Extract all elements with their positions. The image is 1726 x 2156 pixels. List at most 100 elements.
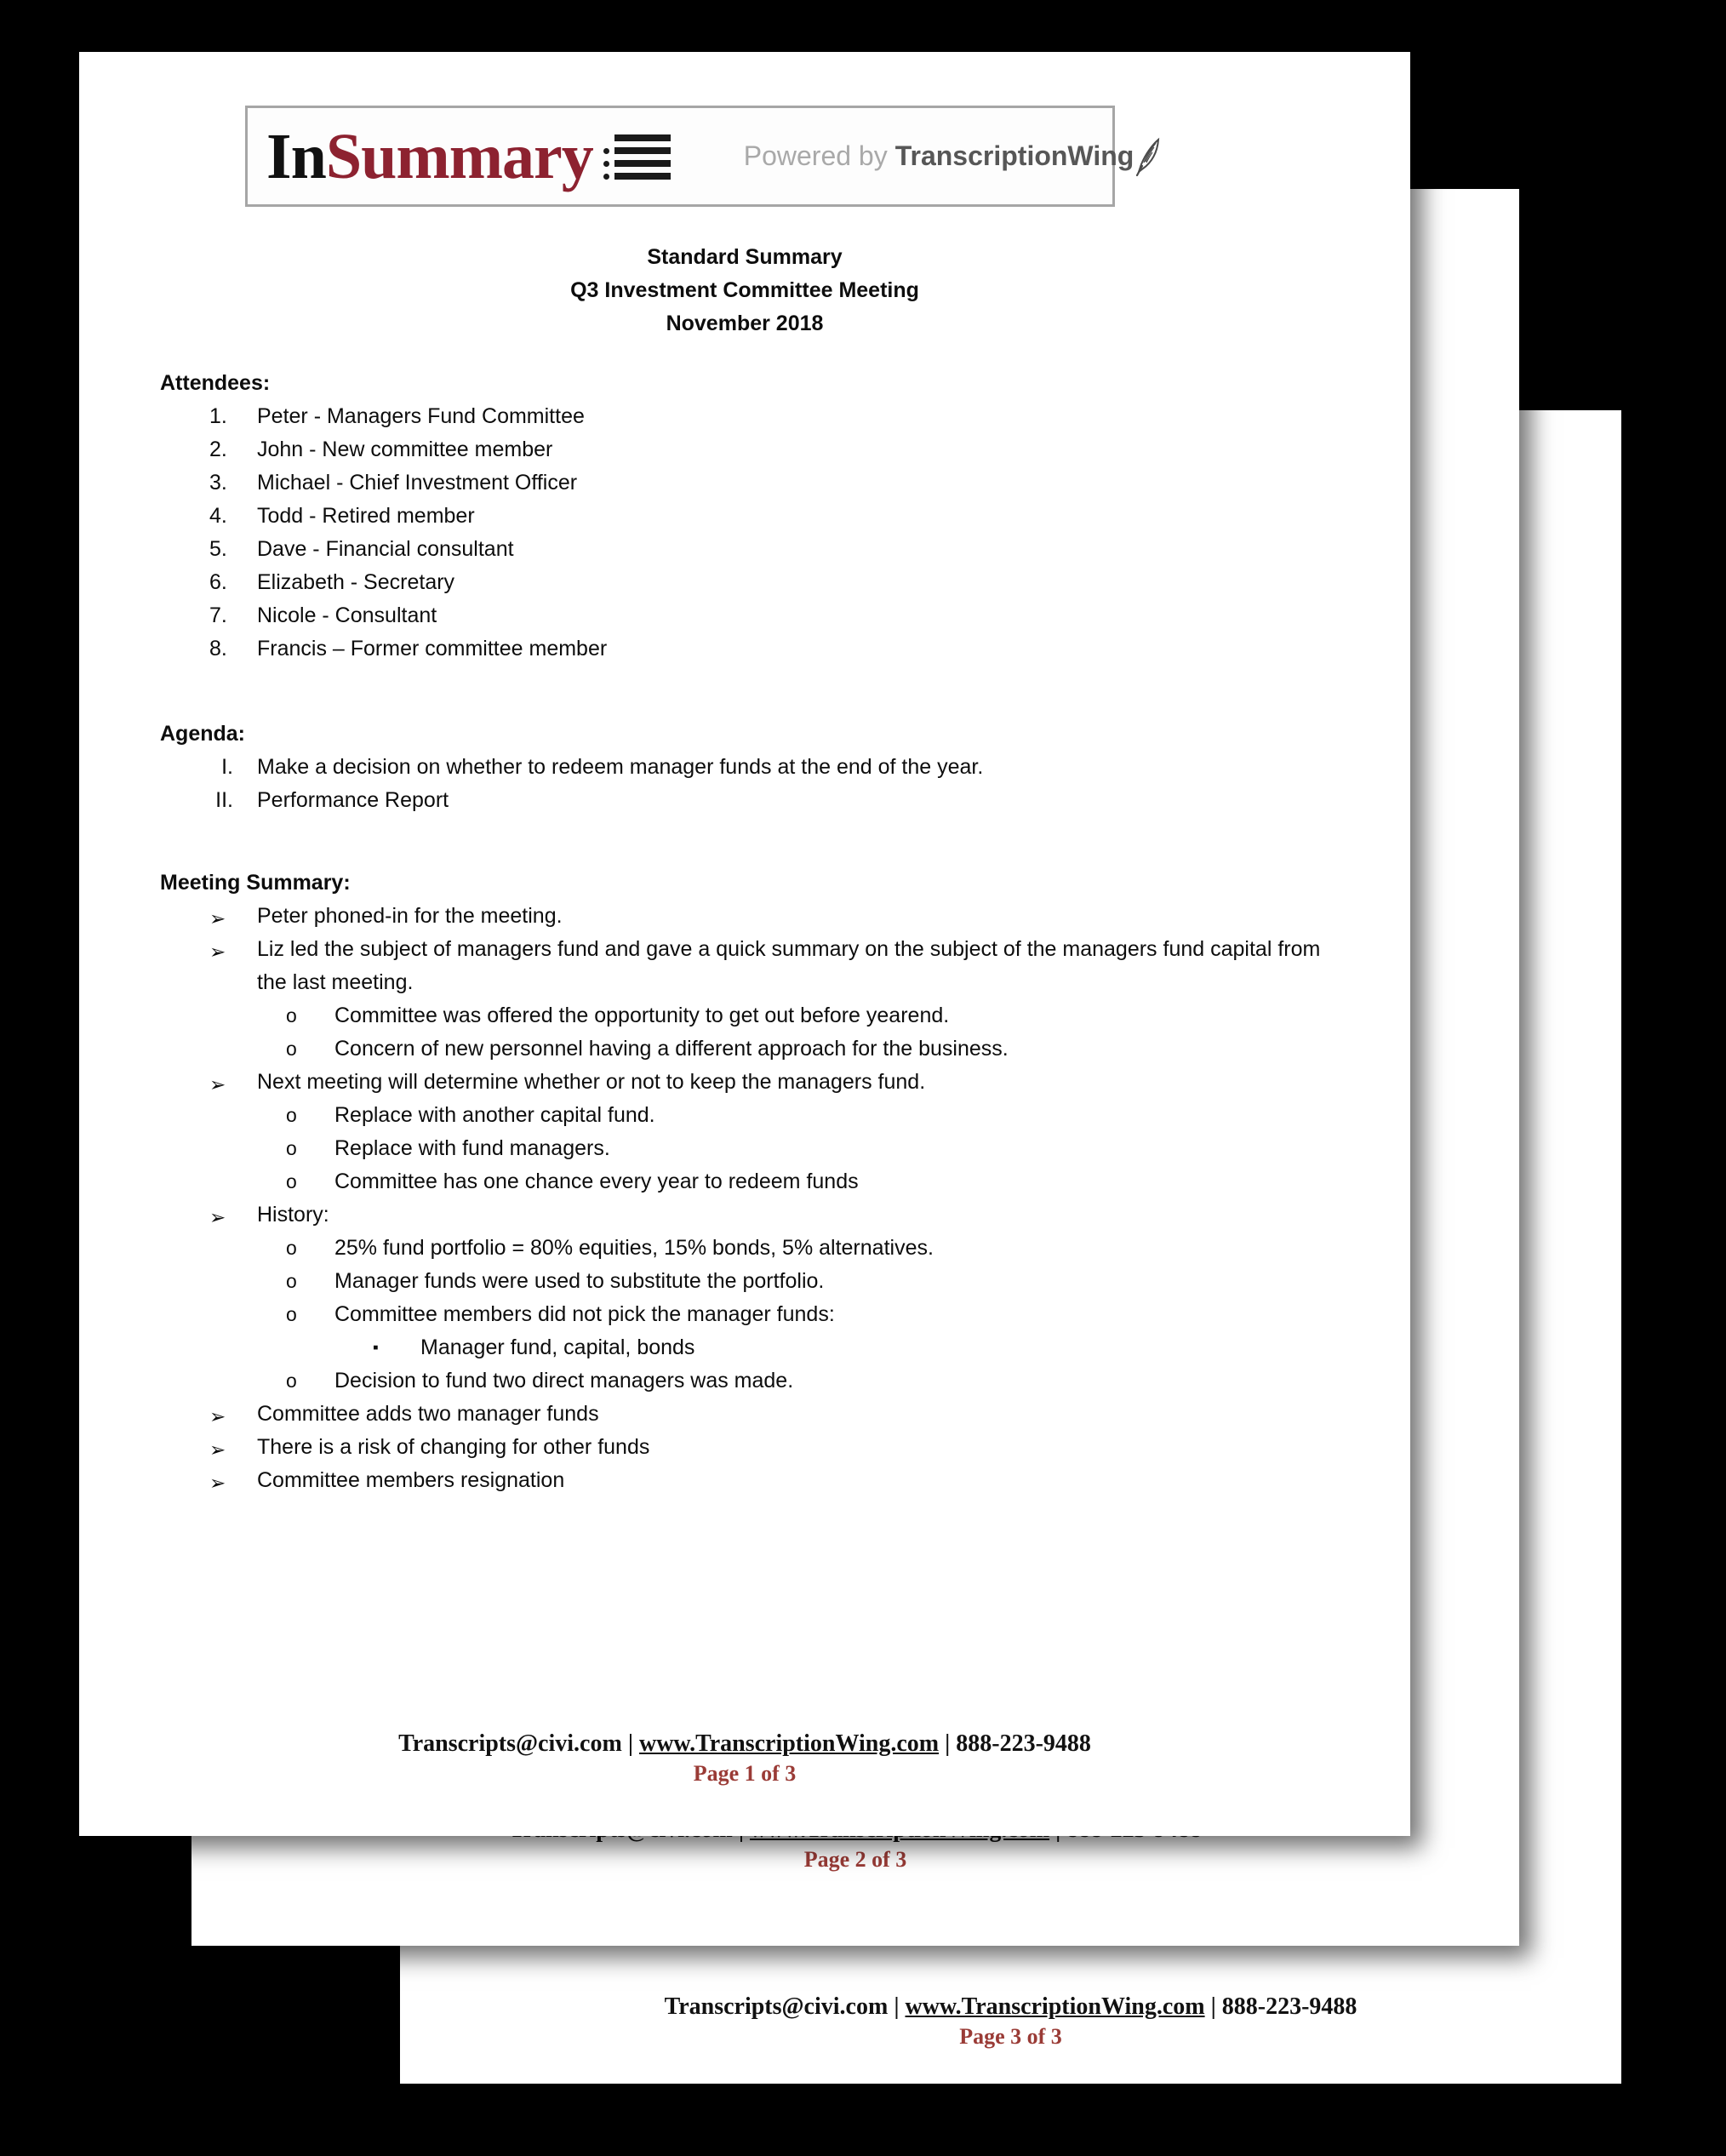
insummary-logo-header: InSummary Powered by TranscriptionWing xyxy=(245,106,1160,207)
attendees-heading: Attendees: xyxy=(160,371,271,395)
page-number-label: Page 1 of 3 xyxy=(693,1761,797,1786)
list-item: o Manager funds were used to substitute t… xyxy=(160,1265,1343,1298)
arrow-bullet-icon: ➢ xyxy=(209,1206,226,1228)
document-page-1[interactable]: InSummary Powered by TranscriptionWing S… xyxy=(79,52,1410,1836)
list-marker: 1. xyxy=(209,404,227,428)
list-item: 6. Elizabeth - Secretary xyxy=(160,566,1343,599)
list-marker: II. xyxy=(215,788,233,812)
list-text: Francis – Former committee member xyxy=(257,637,608,661)
list-text: Manager fund, capital, bonds xyxy=(420,1335,695,1359)
list-marker: 8. xyxy=(209,637,227,661)
list-icon-bar xyxy=(614,134,671,141)
page-1-footer: Transcripts@civi.com | www.Transcription… xyxy=(79,1730,1410,1787)
list-item: o Replace with fund managers. xyxy=(160,1132,1343,1165)
footer-sep-1: | xyxy=(621,1730,639,1757)
list-item: 5. Dave - Financial consultant xyxy=(160,533,1343,566)
list-item: 7. Nicole - Consultant xyxy=(160,599,1343,632)
list-text: Liz led the subject of managers fund and… xyxy=(257,937,1321,994)
bulleted-list-icon xyxy=(603,134,671,180)
list-text: Peter phoned-in for the meeting. xyxy=(257,904,563,928)
circle-bullet-icon: o xyxy=(286,1170,297,1192)
list-text: Peter - Managers Fund Committee xyxy=(257,404,585,428)
list-text: Committee members resignation xyxy=(257,1468,565,1492)
list-item: 4. Todd - Retired member xyxy=(160,500,1343,533)
footer-email: Transcripts@civi.com xyxy=(398,1730,622,1757)
list-marker: 7. xyxy=(209,603,227,627)
list-text: Committee was offered the opportunity to… xyxy=(334,1004,950,1027)
arrow-bullet-icon: ➢ xyxy=(209,1405,226,1427)
quill-feather-icon xyxy=(1135,137,1161,176)
list-text: Elizabeth - Secretary xyxy=(257,570,455,594)
list-item: o Decision to fund two direct managers wa… xyxy=(160,1364,1343,1398)
list-item: ➢ There is a risk of changing for other f… xyxy=(160,1431,1343,1464)
list-item: o Concern of new personnel having a diffe… xyxy=(160,1032,1343,1066)
list-item: 8. Francis – Former committee member xyxy=(160,632,1343,666)
arrow-bullet-icon: ➢ xyxy=(209,1073,226,1095)
footer-contact-line: Transcripts@civi.com | www.Transcription… xyxy=(400,1993,1621,2021)
list-text: Decision to fund two direct managers was… xyxy=(334,1369,794,1393)
logo-text-summary: Summary xyxy=(325,120,594,192)
square-bullet-icon: ▪ xyxy=(373,1339,379,1357)
list-text: Replace with fund managers. xyxy=(334,1136,610,1160)
transcriptionwing-brand-text: TranscriptionWing xyxy=(894,140,1134,171)
list-marker: 6. xyxy=(209,570,227,594)
arrow-bullet-icon: ➢ xyxy=(209,1472,226,1494)
list-item: ➢ Peter phoned-in for the meeting. xyxy=(160,900,1343,933)
page-number-label: Page 2 of 3 xyxy=(803,1847,907,1872)
document-body: Attendees: 1. Peter - Managers Fund Commi… xyxy=(160,367,1343,1497)
list-item: ➢ Next meeting will determine whether or … xyxy=(160,1066,1343,1099)
circle-bullet-icon: o xyxy=(286,1038,297,1060)
footer-contact-line: Transcripts@civi.com | www.Transcription… xyxy=(79,1730,1410,1758)
footer-sep-1: | xyxy=(888,1993,906,2020)
list-item: o Committee was offered the opportunity t… xyxy=(160,999,1343,1032)
footer-website-link[interactable]: www.TranscriptionWing.com xyxy=(905,1993,1204,2020)
list-icon-bar xyxy=(614,160,671,167)
agenda-heading: Agenda: xyxy=(160,722,245,746)
circle-bullet-icon: o xyxy=(286,1270,297,1292)
circle-bullet-icon: o xyxy=(286,1137,297,1159)
arrow-bullet-icon: ➢ xyxy=(209,941,226,963)
list-text: Committee adds two manager funds xyxy=(257,1402,599,1426)
circle-bullet-icon: o xyxy=(286,1104,297,1126)
footer-email: Transcripts@civi.com xyxy=(664,1993,889,2020)
list-item: 2. John - New committee member xyxy=(160,433,1343,466)
list-item: II. Performance Report xyxy=(160,784,1343,817)
list-item: o Committee members did not pick the mana… xyxy=(160,1298,1343,1331)
title-line-meeting-name: Q3 Investment Committee Meeting xyxy=(570,278,919,302)
circle-bullet-icon: o xyxy=(286,1004,297,1027)
list-text: Dave - Financial consultant xyxy=(257,537,514,561)
list-marker: 4. xyxy=(209,504,227,528)
list-text: Next meeting will determine whether or n… xyxy=(257,1070,926,1094)
insummary-wordmark: InSummary xyxy=(266,120,594,192)
list-text: Replace with another capital fund. xyxy=(334,1103,655,1127)
footer-sep-2: | xyxy=(939,1730,957,1757)
list-item: ➢ Committee adds two manager funds xyxy=(160,1398,1343,1431)
list-item: ➢ Liz led the subject of managers fund an… xyxy=(160,933,1343,999)
attendees-list: 1. Peter - Managers Fund Committee 2. John… xyxy=(160,400,1343,666)
list-icon-dot xyxy=(603,160,609,167)
circle-bullet-icon: o xyxy=(286,1303,297,1325)
arrow-bullet-icon: ➢ xyxy=(209,1438,226,1461)
list-text: Committee has one chance every year to r… xyxy=(334,1170,859,1193)
footer-website-link[interactable]: www.TranscriptionWing.com xyxy=(639,1730,939,1757)
list-text: Concern of new personnel having a differ… xyxy=(334,1037,1009,1061)
title-line-date: November 2018 xyxy=(666,312,824,335)
list-text: Make a decision on whether to redeem man… xyxy=(257,755,984,779)
agenda-list: I. Make a decision on whether to redeem m… xyxy=(160,751,1343,817)
list-marker: 2. xyxy=(209,437,227,461)
footer-phone: 888-223-9488 xyxy=(1221,1993,1357,2020)
list-text: John - New committee member xyxy=(257,437,553,461)
list-marker: 3. xyxy=(209,471,227,495)
list-item: o 25% fund portfolio = 80% equities, 15% … xyxy=(160,1232,1343,1265)
list-item: ▪ Manager fund, capital, bonds xyxy=(160,1331,1343,1364)
list-item: 1. Peter - Managers Fund Committee xyxy=(160,400,1343,433)
list-icon-dot xyxy=(603,147,609,154)
list-text: Todd - Retired member xyxy=(257,504,475,528)
list-text: Nicole - Consultant xyxy=(257,603,437,627)
list-item: o Replace with another capital fund. xyxy=(160,1099,1343,1132)
list-item: ➢ History: xyxy=(160,1198,1343,1232)
meeting-summary-heading: Meeting Summary: xyxy=(160,871,351,895)
page-3-footer: Transcripts@civi.com | www.Transcription… xyxy=(400,1993,1621,2050)
